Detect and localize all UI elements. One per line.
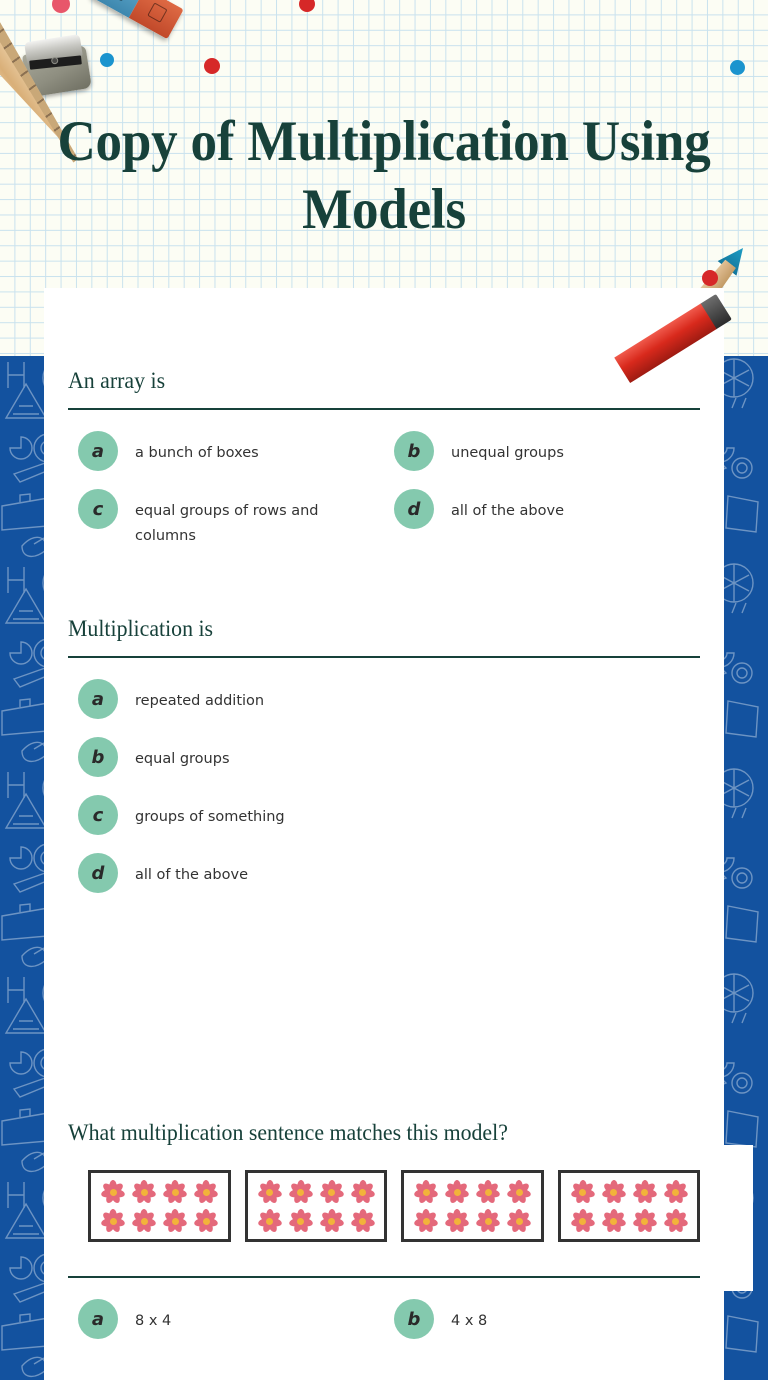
flower-icon bbox=[631, 1179, 658, 1205]
option-label: a bunch of boxes bbox=[135, 445, 259, 461]
option-label: unequal groups bbox=[451, 445, 564, 461]
flower-icon bbox=[287, 1179, 314, 1205]
worksheet-page: Copy of Multiplication Using Models An a… bbox=[0, 0, 768, 1380]
flower-icon bbox=[600, 1208, 627, 1234]
flower-icon bbox=[193, 1208, 220, 1234]
option-letter-bubble: a bbox=[78, 431, 118, 471]
option-label: all of the above bbox=[135, 867, 249, 883]
flower-icon bbox=[349, 1179, 376, 1205]
flower-icon bbox=[662, 1179, 689, 1205]
worksheet-content: An array is a a bunch of boxes b unequal… bbox=[68, 288, 700, 1380]
flower-icon bbox=[662, 1208, 689, 1234]
option-label: equal groups of rows and columns bbox=[135, 503, 319, 544]
confetti-dot-pink bbox=[52, 0, 70, 13]
option-label: equal groups bbox=[135, 751, 230, 767]
question-1-options: a a bunch of boxes b unequal groups c eq… bbox=[68, 422, 700, 558]
question-3-divider bbox=[68, 1276, 700, 1278]
flower-icon bbox=[162, 1208, 188, 1234]
question-3-options: a 8 x 4 b 4 x 8 bbox=[68, 1290, 700, 1348]
flower-icon bbox=[318, 1208, 345, 1234]
confetti-dot-blue bbox=[100, 53, 114, 67]
option-letter-bubble: c bbox=[78, 489, 118, 529]
option-d[interactable]: d all of the above bbox=[384, 480, 700, 558]
flower-icon bbox=[318, 1179, 345, 1205]
option-letter-bubble: c bbox=[78, 795, 118, 835]
option-c[interactable]: c equal groups of rows and columns bbox=[68, 480, 384, 558]
option-letter-bubble: d bbox=[78, 853, 118, 893]
model-group bbox=[244, 1170, 387, 1242]
question-1-divider bbox=[68, 408, 700, 410]
flower-icon bbox=[475, 1179, 501, 1205]
flower-icon bbox=[506, 1208, 533, 1234]
option-letter-bubble: a bbox=[78, 1299, 118, 1339]
flower-icon bbox=[631, 1208, 658, 1234]
question-2-prompt: Multiplication is bbox=[68, 616, 214, 641]
flower-icon bbox=[475, 1208, 501, 1234]
flower-array-model bbox=[68, 1170, 700, 1242]
eraser-icon bbox=[90, 0, 184, 40]
option-a[interactable]: a 8 x 4 bbox=[68, 1290, 384, 1348]
option-a[interactable]: a a bunch of boxes bbox=[68, 422, 384, 480]
option-label: repeated addition bbox=[135, 693, 265, 709]
flower-icon bbox=[349, 1208, 376, 1234]
option-label: 8 x 4 bbox=[135, 1313, 172, 1329]
flower-icon bbox=[100, 1208, 126, 1234]
option-letter-bubble: d bbox=[394, 489, 434, 529]
question-1-prompt: An array is bbox=[68, 368, 166, 393]
option-letter-bubble: a bbox=[78, 679, 118, 719]
flower-icon bbox=[287, 1208, 314, 1234]
question-block-2: Multiplication is a repeated addition b … bbox=[68, 614, 700, 902]
question-2-options: a repeated addition b equal groups c gro… bbox=[68, 670, 700, 902]
flower-icon bbox=[256, 1208, 283, 1234]
option-a[interactable]: a repeated addition bbox=[68, 670, 700, 728]
flower-icon bbox=[413, 1208, 439, 1234]
model-group bbox=[401, 1170, 544, 1242]
flower-icon bbox=[506, 1179, 533, 1205]
flower-icon bbox=[444, 1179, 470, 1205]
flower-icon bbox=[569, 1208, 596, 1234]
flower-icon bbox=[100, 1179, 126, 1205]
flower-icon bbox=[444, 1208, 470, 1234]
flower-icon bbox=[569, 1179, 596, 1205]
option-label: groups of something bbox=[135, 809, 285, 825]
option-label: 4 x 8 bbox=[451, 1313, 488, 1329]
option-label: all of the above bbox=[451, 503, 565, 519]
confetti-dot-red bbox=[299, 0, 315, 12]
flower-icon bbox=[600, 1179, 627, 1205]
confetti-dot-red bbox=[702, 270, 718, 286]
page-title: Copy of Multiplication Using Models bbox=[57, 110, 711, 241]
option-c[interactable]: c groups of something bbox=[68, 786, 700, 844]
flower-icon bbox=[413, 1179, 439, 1205]
option-letter-bubble: b bbox=[394, 431, 434, 471]
option-b[interactable]: b equal groups bbox=[68, 728, 700, 786]
question-2-divider bbox=[68, 656, 700, 658]
question-block-3: What multiplication sentence matches thi… bbox=[68, 1118, 700, 1348]
confetti-dot-blue bbox=[730, 60, 745, 75]
option-b[interactable]: b 4 x 8 bbox=[384, 1290, 700, 1348]
flower-icon bbox=[131, 1179, 157, 1205]
question-3-prompt: What multiplication sentence matches thi… bbox=[68, 1120, 508, 1145]
flower-icon bbox=[193, 1179, 220, 1205]
option-letter-bubble: b bbox=[78, 737, 118, 777]
flower-icon bbox=[256, 1179, 283, 1205]
confetti-dot-red bbox=[204, 58, 220, 74]
question-block-1: An array is a a bunch of boxes b unequal… bbox=[68, 366, 700, 558]
model-group bbox=[557, 1170, 700, 1242]
flower-icon bbox=[131, 1208, 157, 1234]
option-d[interactable]: d all of the above bbox=[68, 844, 700, 902]
option-letter-bubble: b bbox=[394, 1299, 434, 1339]
model-group bbox=[88, 1170, 231, 1242]
flower-icon bbox=[162, 1179, 188, 1205]
option-b[interactable]: b unequal groups bbox=[384, 422, 700, 480]
